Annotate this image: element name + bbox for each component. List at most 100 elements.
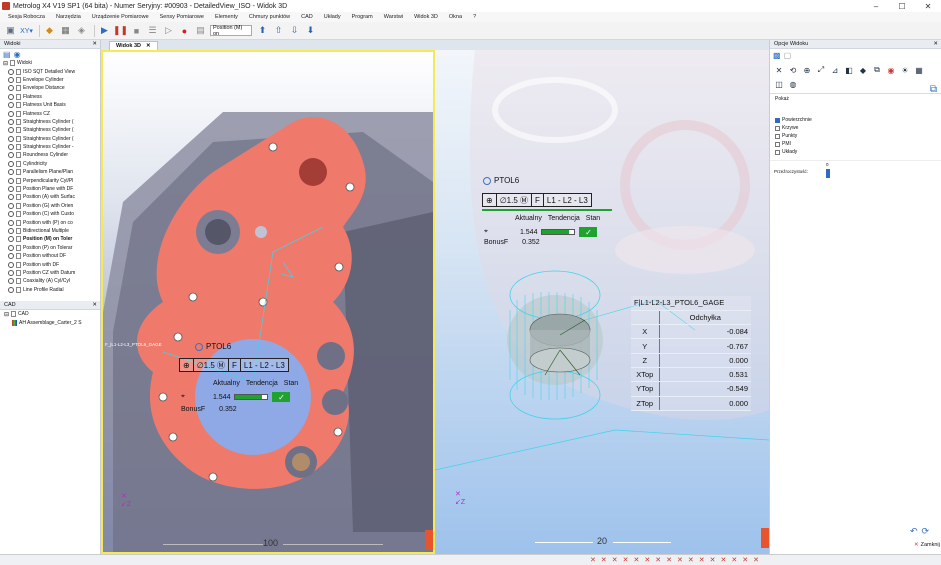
menu-tools[interactable]: Narzędzia — [56, 14, 81, 20]
axes-dropdown-icon[interactable]: XY▾ — [20, 24, 33, 37]
status-icon[interactable]: ✕ — [644, 556, 650, 564]
tree-item[interactable]: Position with DF — [0, 260, 100, 268]
view-pin-icon[interactable] — [8, 253, 14, 260]
panel-close-icon[interactable]: ✕ — [933, 41, 938, 47]
status-icon[interactable]: ✕ — [753, 556, 759, 564]
view-pin-icon[interactable] — [8, 244, 14, 251]
tree-item[interactable]: Straightness Cylinder ( — [0, 135, 100, 143]
step-icon[interactable]: ☰ — [146, 24, 159, 37]
tree-item[interactable]: Position with (P) on co — [0, 218, 100, 226]
callout-title-right[interactable]: PTOL6 — [483, 176, 519, 185]
arrow-up-icon[interactable]: ⇧ — [272, 24, 285, 37]
status-icon[interactable]: ✕ — [688, 556, 694, 564]
menu-device[interactable]: Urządzenie Pomiarowe — [92, 14, 149, 20]
zoom-icon[interactable]: ⊕ — [801, 64, 813, 76]
view-pin-icon[interactable] — [8, 160, 14, 167]
shade-icon[interactable]: ◆ — [857, 64, 869, 76]
cube-view-icon[interactable]: ◧ — [843, 64, 855, 76]
arrow-down-icon[interactable]: ⇩ — [288, 24, 301, 37]
tree-item[interactable]: Position Plane with DF — [0, 185, 100, 193]
viewport-3d-right[interactable]: PTOL6 ⊕ ∅1.5 Ⓜ F L1 - L2 - L3 Aktualny T… — [435, 50, 769, 554]
menu-systems[interactable]: Układy — [324, 14, 341, 20]
cad-item[interactable]: AH Assemblage_Carter_2 S — [0, 318, 100, 326]
view-pin-icon[interactable] — [8, 186, 14, 193]
tree-item[interactable]: Flatness — [0, 93, 100, 101]
tree-item[interactable]: Straightness Cylinder ( — [0, 118, 100, 126]
fcf-frame-left[interactable]: ⊕ ∅1.5 Ⓜ F L1 - L2 - L3 — [179, 358, 289, 372]
view-pin-icon[interactable] — [8, 110, 14, 117]
view-pin-icon[interactable] — [8, 152, 14, 159]
view-pin-icon[interactable] — [8, 202, 14, 209]
pause-icon[interactable]: ❚❚ — [113, 24, 128, 37]
callout-title-left[interactable]: PTOL6 — [195, 342, 231, 351]
status-icon[interactable]: ✕ — [612, 556, 618, 564]
tree-item[interactable]: Position (C) with Custo — [0, 210, 100, 218]
status-icon[interactable]: ✕ — [634, 556, 640, 564]
check-surfaces[interactable]: Powierzchnie — [770, 116, 941, 124]
tree-item[interactable]: Envelope Distance — [0, 84, 100, 92]
view-settings-icon[interactable]: ◉ — [14, 50, 21, 59]
check-systems[interactable]: Układy — [770, 148, 941, 156]
check-points[interactable]: Punkty — [770, 132, 941, 140]
move-down-icon[interactable]: ⬇ — [304, 24, 317, 37]
tree-root[interactable]: ⊟ Widoki — [0, 59, 100, 67]
view-pin-icon[interactable] — [8, 278, 14, 285]
menu-help[interactable]: ? — [473, 14, 476, 20]
status-icon[interactable]: ✕ — [710, 556, 716, 564]
status-icon[interactable]: ✕ — [590, 556, 596, 564]
close-button[interactable]: ✕ Zamknij — [914, 542, 940, 548]
menu-elements[interactable]: Elementy — [215, 14, 238, 20]
copy-icon[interactable]: ⧉ — [930, 84, 937, 95]
checkbox[interactable] — [775, 133, 780, 139]
refresh-icon[interactable]: ⟳ — [922, 526, 930, 537]
palette-icon[interactable]: ▩ — [773, 51, 781, 60]
view-pin-icon[interactable] — [8, 236, 14, 243]
view-pin-icon[interactable] — [8, 228, 14, 234]
minimize-icon[interactable]: – — [863, 0, 889, 12]
view-pin-icon[interactable] — [8, 169, 14, 176]
tree-item[interactable]: Envelope Cylinder — [0, 76, 100, 84]
globe-icon[interactable]: ◍ — [787, 78, 799, 90]
checkbox[interactable] — [775, 141, 780, 147]
view-add-icon[interactable]: ▤ — [3, 50, 11, 59]
cad-panel-close-icon[interactable]: ✕ — [92, 302, 97, 308]
play-icon[interactable]: ▶ — [98, 24, 111, 37]
menu-view3d[interactable]: Widok 3D — [414, 14, 438, 20]
checkbox[interactable] — [775, 125, 780, 131]
status-icon[interactable]: ✕ — [699, 556, 705, 564]
list-icon[interactable]: ▤ — [194, 24, 207, 37]
light-icon[interactable]: ☀ — [899, 64, 911, 76]
expand-icon[interactable]: ⊟ — [4, 311, 9, 318]
view-pin-icon[interactable] — [8, 85, 14, 92]
view-pin-icon[interactable] — [8, 118, 14, 125]
tree-item[interactable]: Position (G) with Orien — [0, 202, 100, 210]
view-pin-icon[interactable] — [8, 177, 14, 184]
tree-item[interactable]: Flatness CZ — [0, 109, 100, 117]
view-pin-icon[interactable] — [8, 194, 14, 201]
tree-item[interactable]: Position (M) on Toler — [0, 235, 100, 243]
menu-sensors[interactable]: Sensy Pomiarowe — [160, 14, 204, 20]
record-icon[interactable]: ● — [178, 24, 191, 37]
cube-icon[interactable]: ▣ — [4, 24, 17, 37]
tree-item[interactable]: Position (P) on Tolerar — [0, 244, 100, 252]
check-pmi[interactable]: PMI — [770, 140, 941, 148]
view-pin-icon[interactable] — [8, 286, 14, 293]
probe-icon[interactable]: ◈ — [75, 24, 88, 37]
cross-icon[interactable]: ✕ — [773, 64, 785, 76]
tree-item[interactable]: Cylindricity — [0, 160, 100, 168]
fit-icon[interactable]: ⤢ — [815, 64, 827, 76]
tree-item[interactable]: Coaxiality (A) Cyl/Cyl — [0, 277, 100, 285]
section-icon[interactable]: ⧉ — [871, 64, 883, 76]
camera-icon[interactable]: ◫ — [773, 78, 785, 90]
status-icon[interactable]: ✕ — [721, 556, 727, 564]
move-up-icon[interactable]: ⬆ — [256, 24, 269, 37]
view-pin-icon[interactable] — [8, 93, 14, 100]
checkbox[interactable] — [775, 149, 780, 155]
tree-item[interactable]: Bidirectional Multiple — [0, 227, 100, 235]
check-curves[interactable]: Krzywe — [770, 124, 941, 132]
tree-item[interactable]: ISO SQT Detailed View — [0, 67, 100, 75]
tab-close-icon[interactable]: ✕ — [146, 43, 151, 49]
view-pin-icon[interactable] — [8, 219, 14, 226]
maximize-icon[interactable]: ☐ — [889, 0, 915, 12]
measure-icon[interactable]: ⊿ — [829, 64, 841, 76]
